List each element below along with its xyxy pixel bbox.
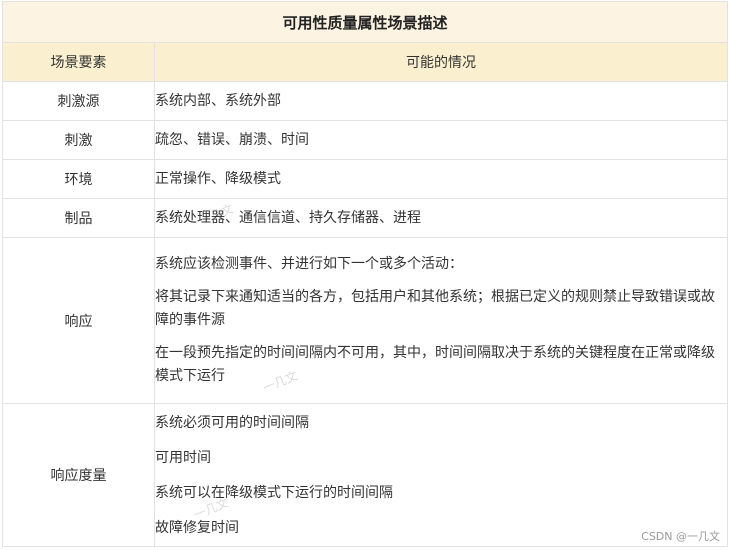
response-paragraph: 在一段预先指定的时间间隔内不可用，其中，时间间隔取决于系统的关键程度在正常或降级… [155, 345, 715, 384]
column-header-situation: 可能的情况 [153, 42, 729, 82]
situation-cell: 正常操作、降级模式 [153, 159, 729, 199]
table-row: 制品 系统处理器、通信信道、持久存储器、进程 [2, 198, 729, 238]
measure-paragraph: 可用时间 [155, 449, 211, 466]
element-cell: 制品 [2, 198, 155, 238]
column-header-element: 场景要素 [2, 42, 155, 82]
response-description-cell: 系统应该检测事件、并进行如下一个或多个活动： 将其记录下来通知适当的各方，包括用… [153, 237, 729, 404]
response-paragraph: 系统应该检测事件、并进行如下一个或多个活动： [155, 256, 463, 272]
table-title-row: 可用性质量属性场景描述 [1, 1, 729, 43]
element-cell: 刺激源 [2, 81, 155, 121]
table-row: 环境 正常操作、降级模式 [2, 159, 729, 199]
element-cell: 响应度量 [2, 403, 155, 547]
element-cell: 响应 [2, 237, 155, 404]
response-paragraph: 将其记录下来通知适当的各方，包括用户和其他系统；根据已定义的规则禁止导致错误或故… [155, 289, 715, 328]
measure-paragraph: 系统必须可用的时间间隔 [155, 414, 309, 431]
table-header-row: 场景要素 可能的情况 [2, 42, 729, 82]
element-cell: 刺激 [2, 120, 155, 160]
situation-cell: 系统内部、系统外部 [153, 81, 729, 121]
availability-scenario-table: 可用性质量属性场景描述 场景要素 可能的情况 刺激源 系统内部、系统外部 刺激 … [1, 1, 729, 547]
source-credit-watermark: CSDN @一几文 [641, 530, 720, 543]
table-title: 可用性质量属性场景描述 [1, 1, 729, 43]
table-row-response-measure: 响应度量 系统必须可用的时间间隔 可用时间 系统可以在降级模式下运行的时间间隔 … [2, 403, 729, 547]
situation-cell: 疏忽、错误、崩溃、时间 [153, 120, 729, 160]
element-cell: 环境 [2, 159, 155, 199]
situation-cell: 系统处理器、通信信道、持久存储器、进程 [153, 198, 729, 238]
measure-paragraph: 系统可以在降级模式下运行的时间间隔 [155, 484, 393, 501]
table-row-response: 响应 系统应该检测事件、并进行如下一个或多个活动： 将其记录下来通知适当的各方，… [2, 237, 729, 404]
table-row: 刺激源 系统内部、系统外部 [2, 81, 729, 121]
table-row: 刺激 疏忽、错误、崩溃、时间 [2, 120, 729, 160]
measure-description-cell: 系统必须可用的时间间隔 可用时间 系统可以在降级模式下运行的时间间隔 故障修复时… [153, 403, 729, 547]
